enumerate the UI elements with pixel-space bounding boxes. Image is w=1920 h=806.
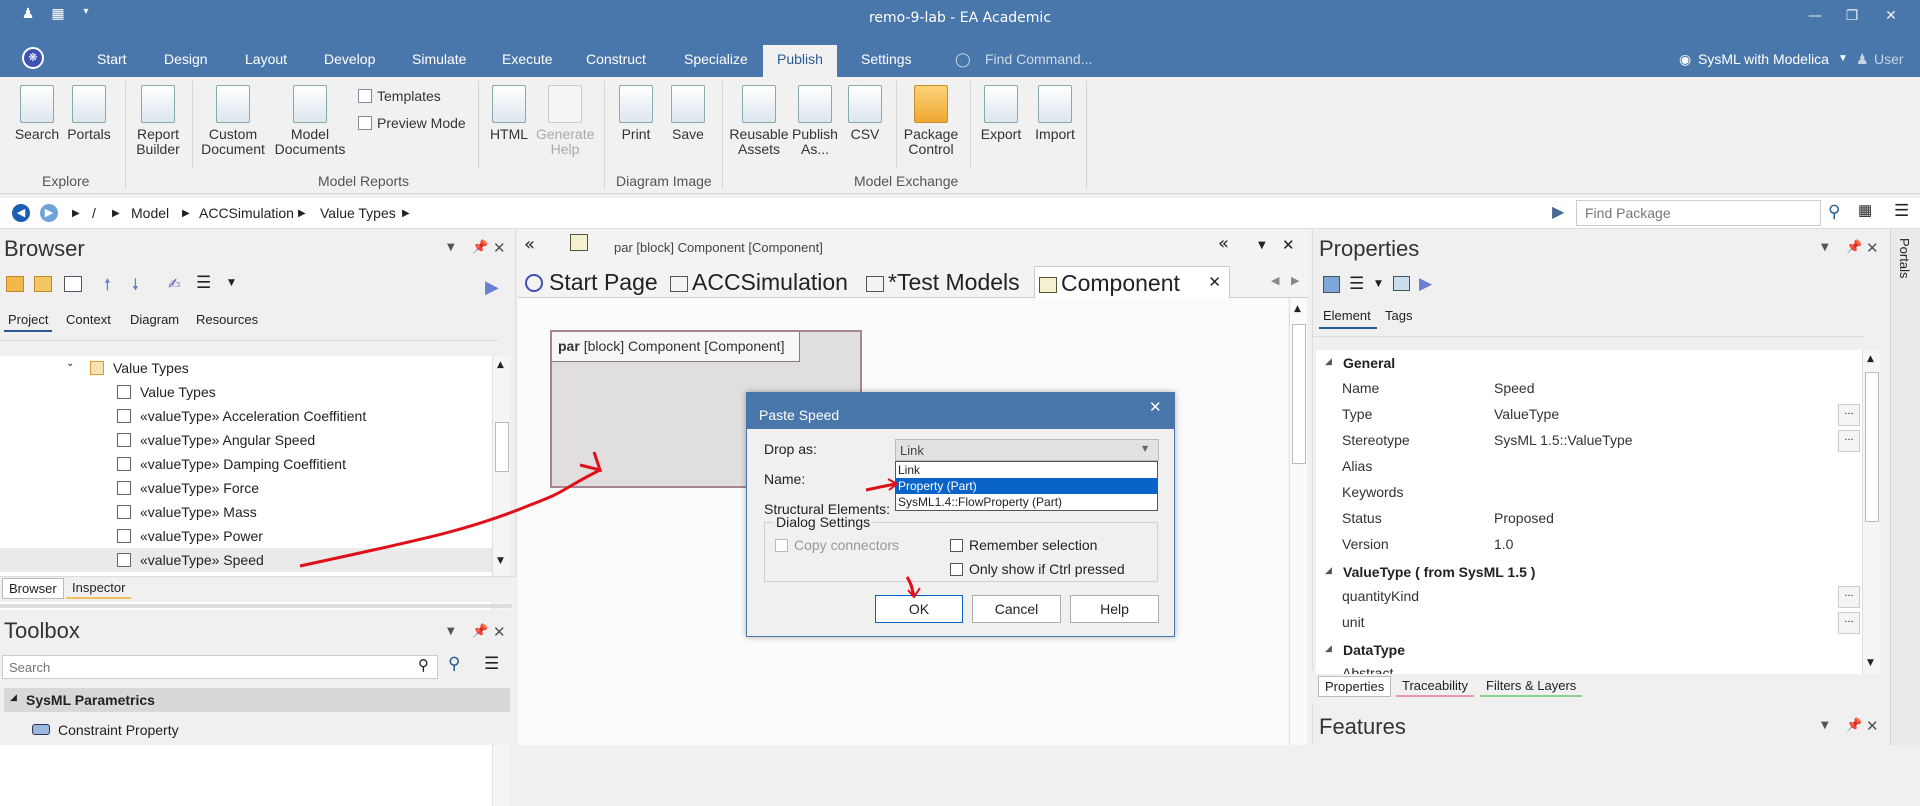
annotation-arrowhead — [579, 451, 603, 473]
annotation-overlay — [299, 451, 921, 599]
annotation-arrow-drag — [299, 468, 601, 568]
